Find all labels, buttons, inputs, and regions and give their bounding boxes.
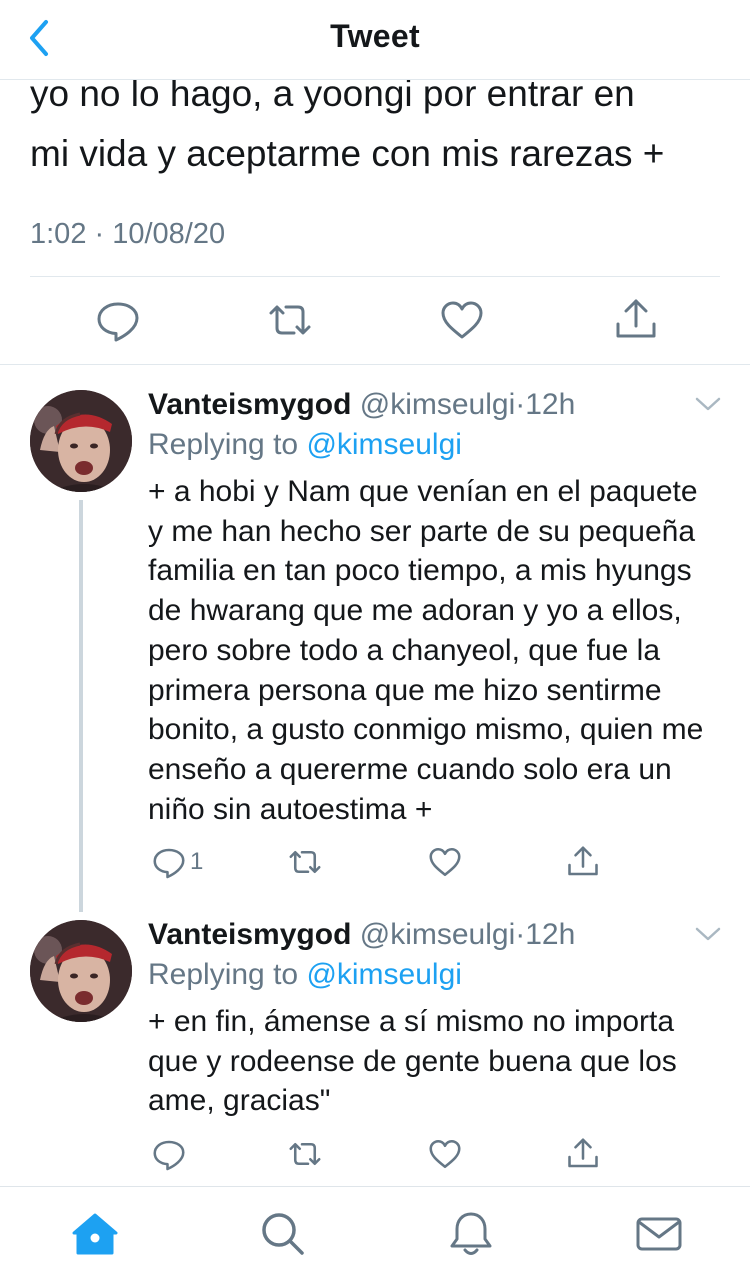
reply-text-line: + a hobi y Nam que venían en el paquete — [148, 475, 698, 508]
retweet-icon — [269, 305, 311, 335]
user-handle[interactable]: @kimseulgi — [360, 388, 516, 421]
reply-button[interactable]: 1 — [152, 842, 203, 882]
heart-icon — [429, 1139, 461, 1169]
main-tweet-text: yo no lo hago, a yoongi por entrar en mi… — [30, 64, 720, 184]
mention-link[interactable]: @kimseulgi — [306, 428, 462, 461]
tweet-timestamp: 1:02 · 10/08/20 — [30, 218, 226, 250]
reply-icon — [97, 302, 139, 342]
divider — [30, 276, 720, 277]
avatar[interactable] — [30, 390, 132, 492]
home-icon — [72, 1213, 118, 1255]
reply-button[interactable] — [96, 296, 140, 344]
reply-text-line: primera persona que me hizo sentirme — [148, 673, 662, 707]
replying-to-label: Replying to — [148, 428, 307, 461]
reply-text-line: + en fin, ámense a sí mismo no importa — [148, 1005, 675, 1038]
reply-text-line: que y rodeense de gente buena que los — [148, 1044, 677, 1078]
avatar[interactable] — [30, 920, 132, 1022]
replying-to-line: Replying to @kimseulgi — [148, 958, 462, 992]
like-button[interactable] — [428, 1134, 462, 1174]
reply-author-line: Vanteismygod @kimseulgi·12h — [148, 388, 575, 422]
reply-actions: 1 — [0, 842, 750, 882]
heart-icon — [441, 301, 483, 339]
reply-text-line: bonito, a gusto conmigo mismo, quien me — [148, 713, 704, 747]
reply-text-line: familia en tan poco tiempo, a mis hyungs — [148, 554, 692, 588]
search-icon — [262, 1213, 304, 1255]
reply-actions — [0, 1134, 750, 1174]
main-tweet-actions — [0, 296, 750, 346]
messages-envelope-icon — [636, 1217, 682, 1251]
notifications-bell-icon — [450, 1212, 492, 1255]
reply-text-line: enseño a quererme cuando solo era un — [148, 752, 672, 786]
divider — [0, 364, 750, 365]
chevron-down-icon — [695, 927, 721, 941]
reply-author-line: Vanteismygod @kimseulgi·12h — [148, 918, 575, 952]
retweet-button[interactable] — [288, 842, 322, 882]
chevron-down-icon — [695, 397, 721, 411]
separator-dot: · — [515, 388, 526, 421]
tab-home[interactable] — [70, 1209, 120, 1259]
top-navigation-bar: Tweet — [0, 0, 750, 80]
share-icon — [568, 1138, 598, 1168]
tweet-options-button[interactable] — [694, 394, 722, 414]
user-handle[interactable]: @kimseulgi — [360, 918, 516, 951]
reply-icon — [153, 1140, 185, 1171]
tab-messages[interactable] — [634, 1209, 684, 1259]
retweet-icon — [289, 850, 321, 874]
reply-text-line: niño sin autoestima + — [148, 792, 433, 826]
like-button[interactable] — [440, 296, 484, 344]
reply-text: + a hobi y Nam que venían en el paquete … — [148, 472, 738, 829]
reply-text-line: pero sobre todo a chanyeol, que fue la — [148, 633, 661, 667]
separator-dot: · — [515, 918, 526, 951]
replying-to-label: Replying to — [148, 958, 307, 991]
main-tweet-line: mi vida y aceptarme con mis rarezas + — [30, 133, 665, 174]
reply-text-line: y me han hecho ser parte de su pequeña — [148, 514, 696, 548]
reply-button[interactable] — [152, 1134, 190, 1174]
share-icon — [616, 299, 656, 338]
reply-time: 12h — [525, 388, 576, 421]
share-button[interactable] — [566, 1134, 600, 1174]
bottom-tab-bar — [0, 1186, 750, 1286]
reply-time: 12h — [525, 918, 576, 951]
share-button[interactable] — [566, 842, 600, 882]
display-name[interactable]: Vanteismygod — [148, 918, 351, 951]
replying-to-line: Replying to @kimseulgi — [148, 428, 462, 462]
tab-search[interactable] — [258, 1209, 308, 1259]
reply-text: + en fin, ámense a sí mismo no importa q… — [148, 1002, 738, 1121]
share-button[interactable] — [614, 296, 658, 344]
reply-text-line: de hwarang que me adoran y yo a ellos, — [148, 594, 682, 628]
tweet-options-button[interactable] — [694, 924, 722, 944]
avatar-photo — [30, 920, 132, 1022]
display-name[interactable]: Vanteismygod — [148, 388, 351, 421]
heart-icon — [429, 847, 461, 877]
retweet-button[interactable] — [288, 1134, 322, 1174]
retweet-icon — [289, 1142, 321, 1166]
reply-icon — [153, 848, 185, 879]
share-icon — [568, 846, 598, 876]
page-title: Tweet — [330, 18, 420, 54]
tab-notifications[interactable] — [446, 1209, 496, 1259]
reply-text-line: ame, gracias" — [148, 1084, 331, 1118]
mention-link[interactable]: @kimseulgi — [306, 958, 462, 991]
reply-count: 1 — [190, 848, 204, 875]
retweet-button[interactable] — [268, 296, 312, 344]
like-button[interactable] — [428, 842, 462, 882]
avatar-photo — [30, 390, 132, 492]
